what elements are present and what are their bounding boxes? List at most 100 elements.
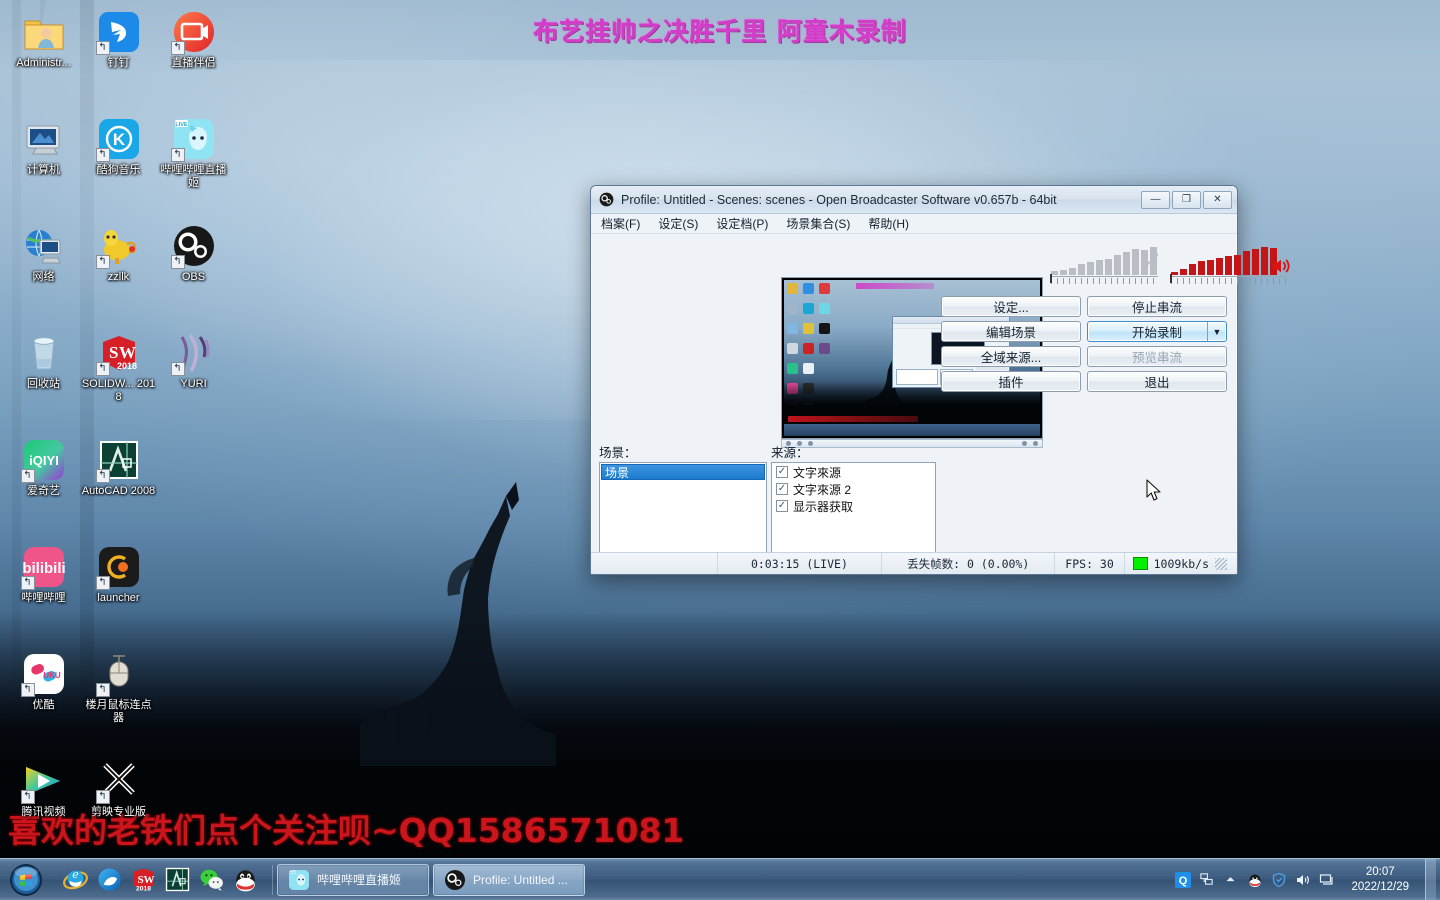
- svg-text:2018: 2018: [116, 361, 136, 371]
- obs-titlebar[interactable]: Profile: Untitled - Scenes: scenes - Ope…: [591, 186, 1237, 214]
- desktop-icon-zzllk-icon[interactable]: ↰ zzllk: [81, 218, 156, 325]
- settings-button[interactable]: 设定...: [941, 296, 1081, 317]
- source-label: 文字來源: [793, 465, 842, 480]
- desktop-icon-label: 剪映专业版: [91, 806, 146, 818]
- obs-window-title: Profile: Untitled - Scenes: scenes - Ope…: [621, 192, 1057, 207]
- desktop-audio-meter[interactable]: [1170, 247, 1291, 284]
- preview-scrollbar-strip[interactable]: [781, 439, 1043, 448]
- source-checkbox[interactable]: ✓: [776, 483, 788, 495]
- internet-explorer-icon[interactable]: e: [60, 865, 90, 895]
- resize-grip[interactable]: [1215, 557, 1227, 570]
- desktop-icon-tencent-video-icon[interactable]: ↰ 腾讯视频: [6, 753, 81, 860]
- desktop-icon-kugou-music-icon[interactable]: K ↰ 酷狗音乐: [81, 111, 156, 218]
- global-sources-button[interactable]: 全域来源...: [941, 346, 1081, 367]
- desktop-icon-launcher-icon[interactable]: ↰ launcher: [81, 539, 156, 646]
- desktop-icon-live-companion-icon[interactable]: ↰ 直播伴侣: [156, 4, 231, 111]
- plugins-button[interactable]: 插件: [941, 371, 1081, 392]
- desktop-icon-label: 回收站: [27, 378, 60, 390]
- desktop-icon-computer-icon[interactable]: 计算机: [6, 111, 81, 218]
- start-button[interactable]: [2, 861, 50, 899]
- menu-scene-collection[interactable]: 场景集合(S): [784, 214, 852, 233]
- svg-text:Q: Q: [1179, 875, 1188, 887]
- volume-tray-icon[interactable]: [1294, 871, 1311, 888]
- desktop-icon-solidworks-icon[interactable]: S W 2018 ↰ SOLIDW... 2018: [81, 325, 156, 432]
- maximize-button[interactable]: ❐: [1172, 190, 1201, 209]
- svg-text:iQIYI: iQIYI: [29, 453, 59, 468]
- menu-file[interactable]: 档案(F): [599, 214, 642, 233]
- svg-text:e: e: [72, 868, 78, 881]
- start-record-label: 开始录制: [1131, 326, 1182, 340]
- desktop-icon-label: 钉钉: [107, 57, 130, 69]
- desktop-icon-jianying-pro-icon[interactable]: ↰ 剪映专业版: [81, 753, 156, 860]
- shortcut-arrow-icon: ↰: [170, 362, 185, 376]
- stop-stream-button[interactable]: 停止串流: [1087, 296, 1227, 317]
- obs-window[interactable]: Profile: Untitled - Scenes: scenes - Ope…: [590, 185, 1291, 575]
- user-folder-icon: [22, 10, 66, 54]
- tencent-shield-tray-icon[interactable]: [1270, 871, 1287, 888]
- source-item[interactable]: ✓ 显示器获取: [772, 498, 935, 514]
- desktop-icon-empty-slot: [156, 646, 231, 753]
- svg-text:S: S: [109, 343, 118, 362]
- minimize-button[interactable]: —: [1141, 190, 1170, 209]
- taskbar[interactable]: e S W 2018 LIVE 哔哩哔哩直播姬 Profile: Untitle…: [0, 858, 1440, 900]
- shortcut-arrow-icon: ↰: [95, 683, 110, 697]
- svg-text:K: K: [112, 130, 125, 149]
- speaker-icon: [1272, 259, 1290, 273]
- solidworks-taskbar-icon[interactable]: S W 2018: [128, 865, 158, 895]
- qq-browser-icon[interactable]: [94, 865, 124, 895]
- shortcut-arrow-icon: ↰: [95, 148, 110, 162]
- source-item[interactable]: ✓ 文字來源 2: [772, 481, 935, 497]
- desktop-icon-auto-clicker-icon[interactable]: ↰ 楼月鼠标连点器: [81, 646, 156, 753]
- taskbar-window-obs[interactable]: Profile: Untitled ...: [433, 863, 585, 896]
- qq-icon[interactable]: [230, 865, 260, 895]
- microphone-meter[interactable]: [1050, 247, 1159, 284]
- desktop-icon-youku-icon[interactable]: UKU ↰ 优酷: [6, 646, 81, 753]
- network-tray-icon[interactable]: [1198, 871, 1215, 888]
- start-record-dropdown-arrow[interactable]: ▼: [1207, 322, 1226, 341]
- desktop-icon-autocad-icon[interactable]: ↰ AutoCAD 2008: [81, 432, 156, 539]
- preview-stream-button[interactable]: 预览串流: [1087, 346, 1227, 367]
- desktop-icon-iqiyi-icon[interactable]: iQIYI ↰ 爱奇艺: [6, 432, 81, 539]
- svg-text:LIVE: LIVE: [290, 870, 296, 874]
- meter-bar: [1132, 249, 1139, 275]
- show-desktop-button[interactable]: [1425, 858, 1436, 900]
- wechat-icon[interactable]: [196, 865, 226, 895]
- show-hidden-icons-icon[interactable]: [1222, 871, 1239, 888]
- source-checkbox[interactable]: ✓: [776, 466, 788, 478]
- system-tray: Q 20:07 2022/12/29: [1174, 858, 1440, 900]
- desktop-icon-obs-icon[interactable]: ↰ OBS: [156, 218, 231, 325]
- shortcut-arrow-icon: ↰: [95, 41, 110, 55]
- qq-tray-icon[interactable]: Q: [1174, 871, 1191, 888]
- desktop-icon-network-icon[interactable]: 网络: [6, 218, 81, 325]
- desktop-icon-bilibili-live-icon[interactable]: LIVE ↰ 哔哩哔哩直播姬: [156, 111, 231, 218]
- meter-bar: [1171, 272, 1178, 275]
- taskbar-window-bilibili[interactable]: LIVE 哔哩哔哩直播姬: [277, 863, 429, 896]
- close-button[interactable]: ✕: [1203, 190, 1232, 209]
- live-companion-icon: ↰: [170, 10, 216, 55]
- desktop-icon-dingtalk-icon[interactable]: ↰ 钉钉: [81, 4, 156, 111]
- desktop-icon-label: 哔哩哔哩直播姬: [160, 164, 227, 189]
- desktop-icon-label: 直播伴侣: [171, 57, 216, 69]
- menu-settings[interactable]: 设定(S): [656, 214, 700, 233]
- source-item[interactable]: ✓ 文字來源: [772, 464, 935, 480]
- source-checkbox[interactable]: ✓: [776, 500, 788, 512]
- scene-item[interactable]: 场景: [601, 464, 765, 480]
- desktop-icon-bilibili-icon[interactable]: bilibili ↰ 哔哩哔哩: [6, 539, 81, 646]
- edit-scene-button[interactable]: 编辑场景: [941, 321, 1081, 342]
- exit-button[interactable]: 退出: [1087, 371, 1227, 392]
- desktop-icon-yuri-icon[interactable]: ↰ YURI: [156, 325, 231, 432]
- start-record-button[interactable]: 开始录制 ▼: [1087, 321, 1227, 342]
- autocad-taskbar-icon[interactable]: [162, 865, 192, 895]
- desktop-icon-user-folder-icon[interactable]: Administr...: [6, 4, 81, 111]
- tencent-video-icon: ↰: [20, 759, 66, 804]
- preview-bottom-text-source: [788, 416, 918, 422]
- menu-help[interactable]: 帮助(H): [866, 214, 911, 233]
- qq-penguin-tray-icon[interactable]: [1246, 871, 1263, 888]
- desktop[interactable]: 布艺挂帅之决胜千里 阿童木录制 喜欢的老铁们点个关注呗~QQ1586571081…: [0, 0, 1440, 900]
- autocad-icon: ↰: [95, 438, 141, 483]
- meter-bar: [1243, 251, 1250, 275]
- desktop-icon-recycle-bin-icon[interactable]: 回收站: [6, 325, 81, 432]
- menu-profile[interactable]: 设定档(P): [714, 214, 770, 233]
- taskbar-clock[interactable]: 20:07 2022/12/29: [1342, 865, 1418, 895]
- action-center-tray-icon[interactable]: [1318, 871, 1335, 888]
